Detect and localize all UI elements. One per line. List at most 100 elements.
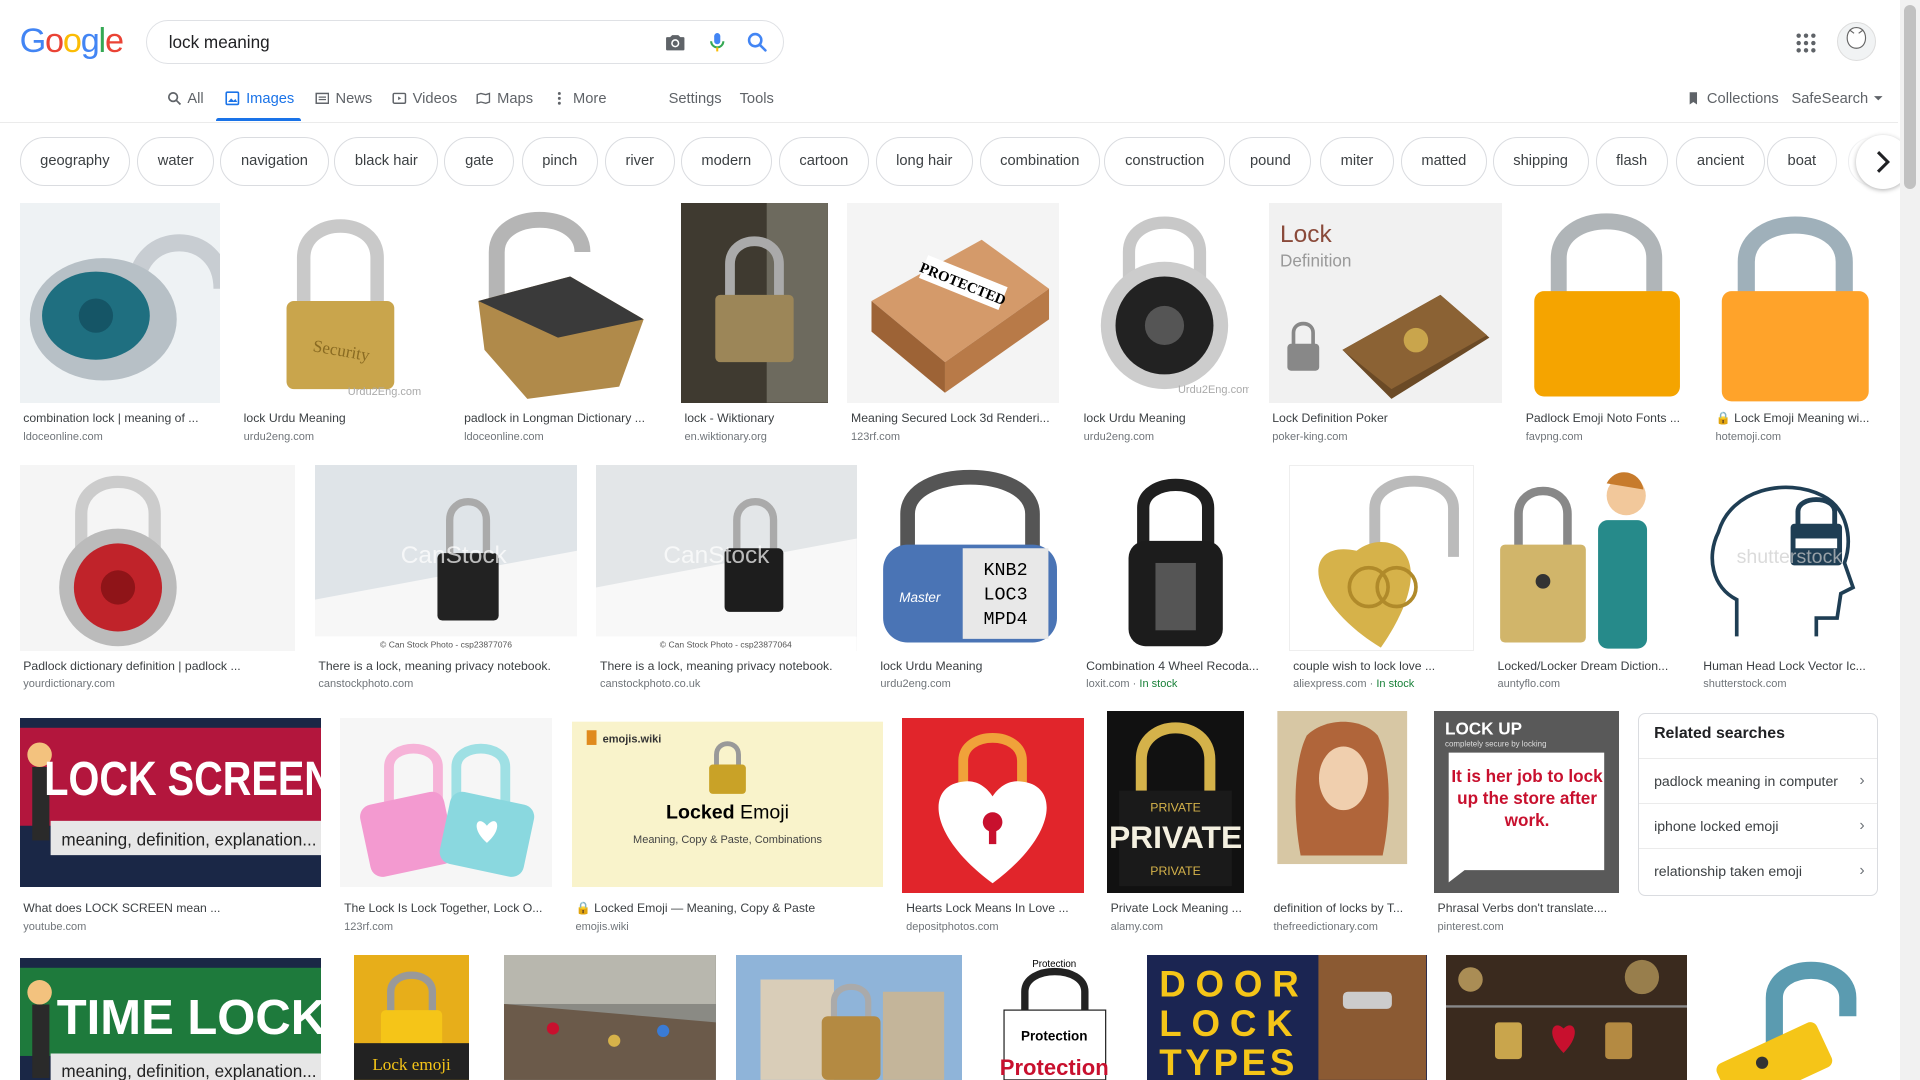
result-title: Locked/Locker Dream Diction... <box>1497 658 1669 673</box>
image-result[interactable]: DOOR LOCK TYPES <box>1147 955 1427 1080</box>
image-result[interactable]: Padlock dictionary definition | padlock … <box>19 465 296 698</box>
image-result[interactable] <box>504 955 717 1080</box>
search-icon[interactable] <box>745 30 769 54</box>
tools-link[interactable]: Tools <box>740 91 774 107</box>
result-thumbnail: CanStock © Can Stock Photo - csp23877076 <box>314 465 577 652</box>
chip[interactable]: miter <box>1320 137 1394 187</box>
image-result[interactable]: Security Urdu2Eng.com lock Urdu Meaning u… <box>240 203 441 445</box>
chevron-down-icon <box>1874 96 1883 101</box>
map-icon <box>476 92 491 105</box>
result-source: thefreedictionary.com <box>1273 920 1378 933</box>
chip[interactable]: long hair <box>875 137 974 187</box>
image-result[interactable]: Lock emoji <box>353 955 469 1080</box>
tab-maps[interactable]: Maps <box>476 91 533 107</box>
logo-letter: g <box>80 22 100 61</box>
tab-videos[interactable]: Videos <box>392 91 457 107</box>
image-result[interactable]: LOCK SCREEN meaning, definition, explanat… <box>19 717 321 938</box>
chip[interactable]: pound <box>1229 137 1312 187</box>
google-logo[interactable]: Google <box>19 22 124 61</box>
chip[interactable]: gate <box>444 137 515 187</box>
tab-news[interactable]: News <box>315 90 373 107</box>
image-result[interactable]: Hearts Lock Means In Love ... depositpho… <box>902 717 1084 938</box>
image-result[interactable]: TIME LOCK meaning, definition, explanatio… <box>19 957 321 1080</box>
image-result[interactable]: emojis.wiki Locked Emoji Meaning, Copy & P… <box>571 717 883 938</box>
camera-icon[interactable] <box>663 30 687 54</box>
result-source: emojis.wiki <box>575 920 629 933</box>
chip[interactable]: navigation <box>220 137 329 187</box>
image-caption: © Can Stock Photo - csp23877064 <box>660 640 792 650</box>
chip[interactable]: matted <box>1400 137 1487 187</box>
result-thumbnail: DOOR LOCK TYPES <box>1147 955 1427 1080</box>
related-search-item[interactable]: padlock meaning in computer › <box>1639 757 1877 803</box>
related-search-item[interactable]: relationship taken emoji › <box>1639 848 1877 893</box>
result-source: canstockphoto.com <box>318 678 414 691</box>
chip[interactable]: shipping <box>1492 137 1589 187</box>
image-result[interactable]: padlock in Longman Dictionary ... ldoceo… <box>460 203 662 445</box>
settings-link[interactable]: Settings <box>669 91 722 107</box>
chip[interactable]: cartoon <box>778 137 869 187</box>
tab-label: Videos <box>412 90 458 107</box>
image-result[interactable]: Urdu2Eng.com lock Urdu Meaning urdu2eng.… <box>1080 203 1249 445</box>
chip[interactable]: ancient <box>1676 137 1765 187</box>
image-result[interactable]: couple wish to lock love ... aliexpress.… <box>1289 465 1475 698</box>
result-source: aliexpress.com · In stock <box>1293 678 1415 691</box>
microphone-icon[interactable] <box>705 30 729 54</box>
watermark: shutterstock <box>1736 546 1842 568</box>
image-result[interactable]: Combination 4 Wheel Recoda... loxit.com … <box>1082 465 1270 698</box>
image-result[interactable]: PROTECTED Meaning Secured Lock 3d Render… <box>847 203 1060 445</box>
image-result[interactable] <box>1446 955 1688 1080</box>
image-heading: Lock emoji <box>372 1055 451 1074</box>
safesearch-dropdown[interactable]: SafeSearch <box>1791 91 1883 107</box>
image-result[interactable]: The Lock Is Lock Together, Lock O... 123… <box>340 717 553 938</box>
avatar[interactable] <box>1836 22 1876 62</box>
result-thumbnail: Lock emoji <box>353 955 469 1080</box>
image-sentence: It is her job to lock up the store after… <box>1451 766 1603 831</box>
chip[interactable]: pinch <box>521 137 598 187</box>
image-result[interactable]: KNB2 LOC3 MPD4 Master lock Urdu Meaning urd… <box>876 465 1063 698</box>
dial-text: KNB2 <box>983 560 1027 581</box>
image-heading: TYPES <box>1160 1042 1299 1080</box>
tab-all[interactable]: All <box>167 91 204 107</box>
result-title: 🔒 Locked Emoji — Meaning, Copy & Paste <box>575 901 816 916</box>
chip[interactable]: construction <box>1104 137 1225 187</box>
image-heading: Lock <box>1280 221 1332 248</box>
scrollbar-thumb[interactable] <box>1904 4 1917 189</box>
image-result[interactable]: Lock Definition Lock Definition Poker pok… <box>1268 203 1503 445</box>
image-result[interactable]: LOCK UP completely secure by locking It is… <box>1433 711 1619 938</box>
image-result[interactable]: Locked/Locker Dream Diction... auntyflo.… <box>1493 465 1680 698</box>
chip[interactable]: river <box>604 137 675 187</box>
tab-more[interactable]: More <box>552 91 607 107</box>
collections-link[interactable]: Collections <box>1686 91 1779 107</box>
image-result[interactable]: 🔒 Lock Emoji Meaning wi... hotemoji.com <box>1711 203 1879 445</box>
tab-label: News <box>335 90 373 107</box>
image-result[interactable]: CanStock © Can Stock Photo - csp23877064 … <box>596 465 858 698</box>
chip[interactable]: water <box>137 137 215 187</box>
apps-grid-icon[interactable] <box>1795 32 1817 54</box>
chip[interactable]: combination <box>979 137 1100 187</box>
result-title: Combination 4 Wheel Recoda... <box>1086 658 1259 673</box>
result-title: couple wish to lock love ... <box>1293 658 1436 673</box>
result-thumbnail: PRIVATE PRIVATE PRIVATE <box>1106 711 1245 893</box>
chip[interactable]: flash <box>1595 137 1668 187</box>
related-searches-panel: Related searches padlock meaning in comp… <box>1638 712 1879 897</box>
chip[interactable]: geography <box>19 137 131 187</box>
image-result[interactable] <box>1706 955 1879 1080</box>
result-source: 123rf.com <box>851 431 900 444</box>
chip[interactable]: modern <box>680 137 772 187</box>
image-result[interactable]: Padlock Emoji Noto Fonts ... favpng.com <box>1522 203 1693 445</box>
chip[interactable]: black hair <box>334 137 439 187</box>
image-result[interactable]: definition of locks by T... thefreedicti… <box>1269 711 1415 938</box>
related-search-item[interactable]: iphone locked emoji › <box>1639 803 1877 848</box>
logo-letter: G <box>19 22 47 61</box>
image-result[interactable]: combination lock | meaning of ... ldoceo… <box>19 203 221 445</box>
watermark: Urdu2Eng.com <box>348 386 421 398</box>
result-thumbnail: PROTECTED <box>847 203 1060 403</box>
image-result[interactable] <box>735 955 963 1080</box>
image-result[interactable]: lock - Wiktionary en.wiktionary.org <box>680 203 828 445</box>
image-result[interactable]: PRIVATE PRIVATE PRIVATE Private Lock Meani… <box>1106 711 1245 938</box>
tab-images[interactable]: Images <box>225 91 294 107</box>
image-result[interactable]: Protection Protection Protection <box>982 955 1128 1080</box>
image-result[interactable]: CanStock © Can Stock Photo - csp23877076 … <box>314 465 577 698</box>
image-result[interactable]: shutterstock Human Head Lock Vector Ic..… <box>1699 465 1879 698</box>
search-input[interactable] <box>166 30 637 54</box>
